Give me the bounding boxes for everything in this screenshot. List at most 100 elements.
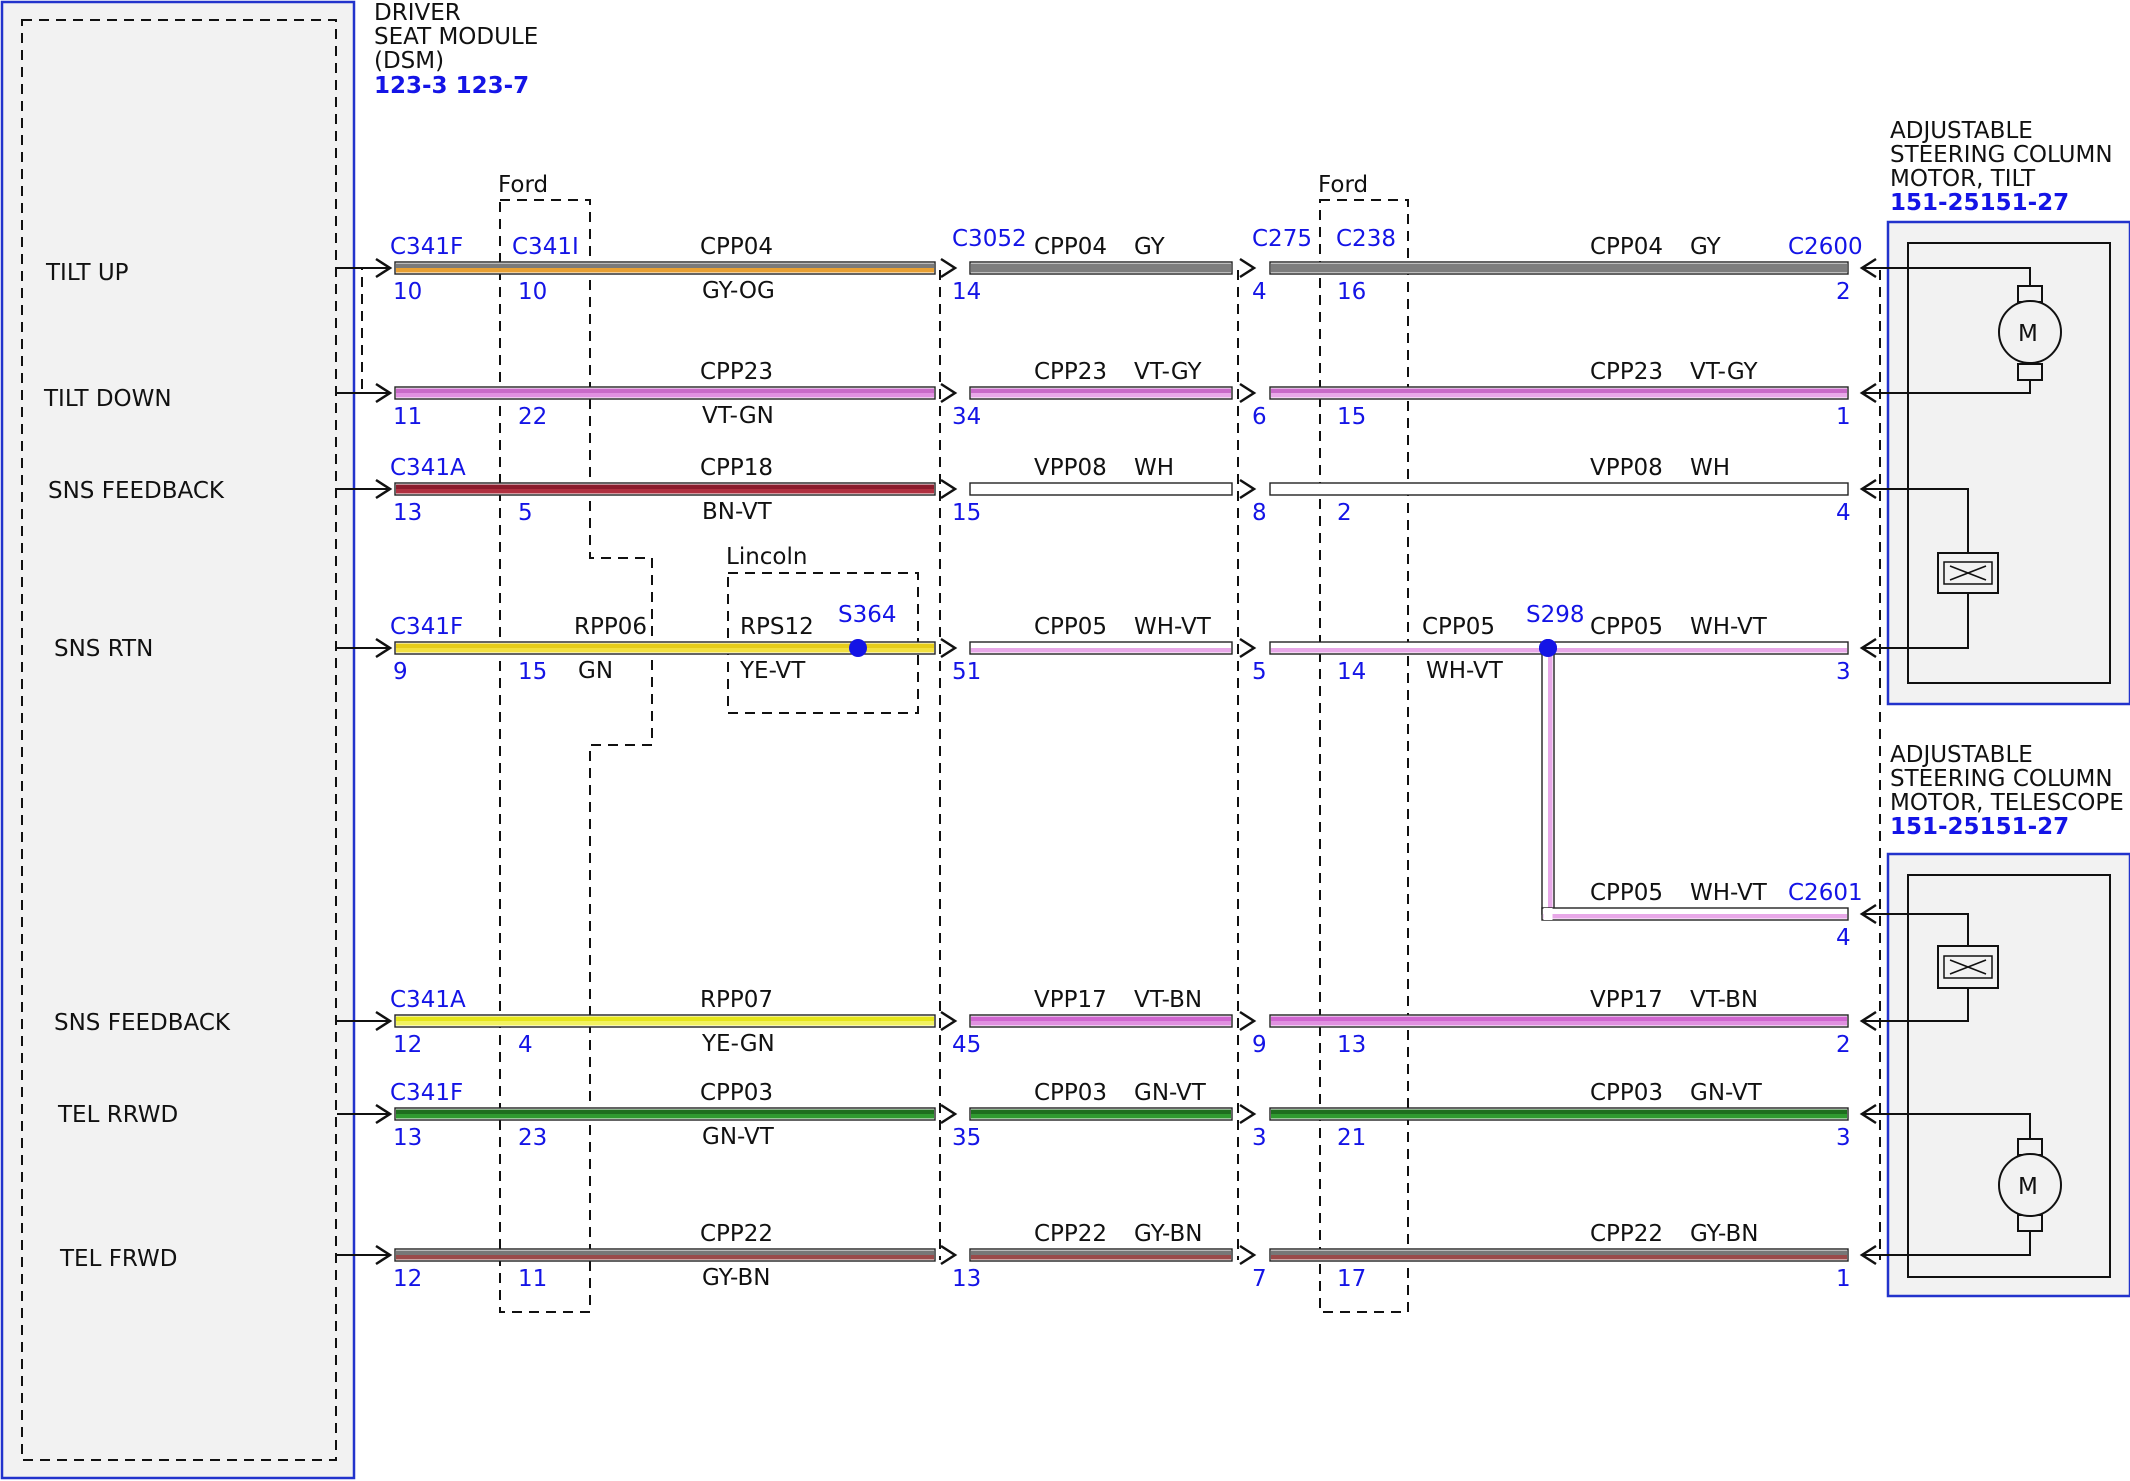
wire-cpp04-seg1[interactable] xyxy=(394,261,936,275)
pin-number: 22 xyxy=(518,404,547,430)
wire-vpp08-seg3[interactable] xyxy=(1269,482,1849,496)
pin-number: 2 xyxy=(1836,279,1851,305)
wire-vpp17-seg2[interactable] xyxy=(969,1014,1233,1028)
arrow-c275 xyxy=(1239,1244,1257,1266)
wire-cpp22-seg1[interactable] xyxy=(394,1248,936,1262)
pin-number: 13 xyxy=(1337,1032,1366,1058)
color-label: VT-GY xyxy=(1690,359,1758,385)
color-label: VT-BN xyxy=(1690,987,1758,1013)
wire-vpp17-seg3[interactable] xyxy=(1269,1014,1849,1028)
color-label: GN xyxy=(578,658,613,684)
wire-cpp22-seg3[interactable] xyxy=(1269,1248,1849,1262)
arrow-c275 xyxy=(1239,478,1257,500)
circuit-label: RPP07 xyxy=(700,987,773,1013)
circuit-label: CPP22 xyxy=(1034,1221,1107,1247)
pin-number: 51 xyxy=(952,659,981,685)
pin-number: 12 xyxy=(393,1266,422,1292)
wire-cpp18-seg1[interactable] xyxy=(394,482,936,496)
pin-number: 4 xyxy=(1252,279,1267,305)
tel-motor-refs[interactable]: 151-25151-27 xyxy=(1890,814,2069,840)
wire-vpp08-seg2[interactable] xyxy=(969,482,1233,496)
pin-number: 10 xyxy=(393,279,422,305)
pin-number: 5 xyxy=(518,500,533,526)
circuit-label: CPP18 xyxy=(700,455,773,481)
color-label: GY-OG xyxy=(702,278,775,304)
pin-number: 4 xyxy=(1836,500,1851,526)
dsm-pin-tel-rrwd: TEL RRWD xyxy=(57,1102,178,1128)
color-label: WH xyxy=(1690,455,1730,481)
color-label: WH-VT xyxy=(1426,658,1504,684)
color-label: GN-VT xyxy=(702,1124,775,1150)
arrow-c275 xyxy=(1239,1010,1257,1032)
color-label: GY-BN xyxy=(1134,1221,1202,1247)
connector-label: C2601 xyxy=(1788,880,1863,906)
ford-label-left: Ford xyxy=(498,172,548,198)
color-label: VT-BN xyxy=(1134,987,1202,1013)
pin-number: 4 xyxy=(518,1032,533,1058)
pin-number: 3 xyxy=(1252,1125,1267,1151)
telescope-sensor-icon xyxy=(1937,945,1999,989)
wire-cpp05-branch-h[interactable] xyxy=(1541,907,1849,921)
splice-dot[interactable] xyxy=(849,639,867,657)
circuit-label: CPP05 xyxy=(1422,614,1495,640)
dsm-pin-sns-feedback-2: SNS FEEDBACK xyxy=(54,1010,231,1036)
tilt-motor-refs[interactable]: 151-25151-27 xyxy=(1890,190,2069,216)
pin-number: 12 xyxy=(393,1032,422,1058)
wire-cpp03-seg3[interactable] xyxy=(1269,1107,1849,1121)
connector-label: C341F xyxy=(390,1080,463,1106)
wire-cpp05-branch[interactable] xyxy=(1541,647,1555,915)
circuit-label: CPP04 xyxy=(700,234,773,260)
wire-cpp23-seg2[interactable] xyxy=(969,386,1233,400)
arrow-c3052 xyxy=(940,1103,958,1125)
color-label: GY-BN xyxy=(702,1265,770,1291)
tilt-motor: ADJUSTABLE STEERING COLUMN MOTOR, TILT 1… xyxy=(1862,118,2130,706)
arrow-c3052 xyxy=(940,382,958,404)
pin-number: 8 xyxy=(1252,500,1267,526)
wire-rpp07-seg1[interactable] xyxy=(394,1014,936,1028)
wire-cpp05-seg2[interactable] xyxy=(969,641,1233,655)
pin-number: 21 xyxy=(1337,1125,1366,1151)
pin-number: 13 xyxy=(393,500,422,526)
wire-cpp03-seg1[interactable] xyxy=(394,1107,936,1121)
pin-number: 6 xyxy=(1252,404,1267,430)
pin-number: 15 xyxy=(1337,404,1366,430)
circuit-label: CPP04 xyxy=(1590,234,1663,260)
pin-number: 16 xyxy=(1337,279,1366,305)
pin-number: 35 xyxy=(952,1125,981,1151)
tel-motor-title-line-2: STEERING COLUMN xyxy=(1890,766,2113,792)
dsm-refs[interactable]: 123-3 123-7 xyxy=(374,73,529,99)
wire-cpp03-seg2[interactable] xyxy=(969,1107,1233,1121)
circuit-label: VPP17 xyxy=(1034,987,1107,1013)
lincoln-label: Lincoln xyxy=(726,544,807,570)
tilt-motor-title-line-1: ADJUSTABLE xyxy=(1890,118,2033,144)
wire-cpp05-seg3[interactable] xyxy=(1269,641,1849,655)
circuit-label: CPP22 xyxy=(700,1221,773,1247)
arrow-c275 xyxy=(1239,382,1257,404)
connector-label: C341F xyxy=(390,614,463,640)
tilt-motor-title-line-2: STEERING COLUMN xyxy=(1890,142,2113,168)
circuit-label: VPP17 xyxy=(1590,987,1663,1013)
connector-label: C238 xyxy=(1336,226,1396,252)
color-label: VT-GN xyxy=(702,403,774,429)
wire-cpp22-seg2[interactable] xyxy=(969,1248,1233,1262)
wires: C341F C341I10 10CPP04GY-OGC305214CPP04 GY C2… xyxy=(337,226,1877,1292)
dsm-title-line-1: DRIVER xyxy=(374,0,461,26)
color-label: GY-BN xyxy=(1690,1221,1758,1247)
wire-cpp23-seg1[interactable] xyxy=(394,386,936,400)
circuit-label: CPP05 xyxy=(1590,614,1663,640)
pin-number: 7 xyxy=(1252,1266,1267,1292)
arrow-c3052 xyxy=(940,478,958,500)
telescope-motor: ADJUSTABLE STEERING COLUMN MOTOR, TELESC… xyxy=(1862,742,2130,1298)
connector-label: C341A xyxy=(390,987,466,1013)
pin-number: 5 xyxy=(1252,659,1267,685)
splice-label: S298 xyxy=(1526,602,1585,628)
arrow-c275 xyxy=(1239,1103,1257,1125)
connector-label: C2600 xyxy=(1788,234,1863,260)
wire-cpp04-seg2[interactable] xyxy=(969,261,1233,275)
connector-label: C341F xyxy=(390,234,463,260)
color-label: GN-VT xyxy=(1690,1080,1763,1106)
wire-cpp04-seg3[interactable] xyxy=(1269,261,1849,275)
color-label: WH-VT xyxy=(1690,880,1768,906)
tel-motor-title-line-3: MOTOR, TELESCOPE xyxy=(1890,790,2124,816)
wire-cpp23-seg3[interactable] xyxy=(1269,386,1849,400)
